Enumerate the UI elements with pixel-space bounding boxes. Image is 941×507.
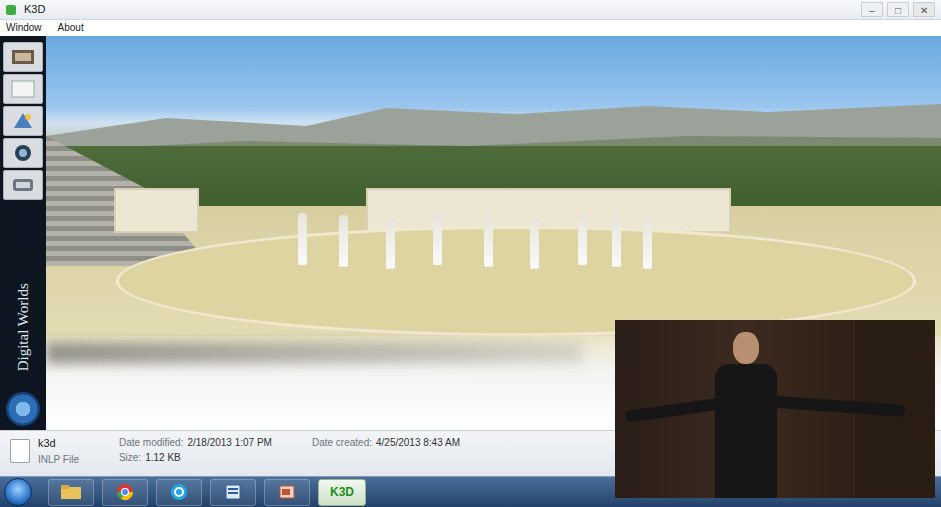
- logo-text: Digital Worlds: [12, 283, 35, 371]
- file-icon: [10, 439, 30, 463]
- dancer-figure: [433, 213, 442, 265]
- device-icon[interactable]: [3, 170, 43, 200]
- taskbar-apps: K3D: [318, 479, 366, 506]
- taskbar-app[interactable]: K3D: [318, 479, 366, 506]
- modified-value: 2/18/2013 1:07 PM: [187, 435, 272, 450]
- skype-icon[interactable]: [156, 479, 202, 506]
- dancer-figure: [484, 215, 493, 267]
- presentation-icon[interactable]: [264, 479, 310, 506]
- menu-bar: Window About: [0, 20, 941, 36]
- tool-sidebar: Digital Worlds: [0, 36, 46, 430]
- dancer-figure: [386, 217, 395, 269]
- dancer-figure: [339, 215, 348, 267]
- size-label: Size:: [119, 450, 141, 465]
- logo: Digital Worlds: [0, 262, 46, 430]
- dancer-figure: [530, 217, 539, 269]
- dancer-figure: [643, 217, 652, 269]
- dancer-figure: [298, 213, 307, 265]
- dancer-figure: [612, 215, 621, 267]
- file-name: k3d: [38, 435, 79, 452]
- maximize-button[interactable]: □: [887, 2, 909, 17]
- logo-icon: [6, 392, 40, 426]
- size-value: 1.12 KB: [145, 450, 181, 465]
- created-label: Date created:: [312, 435, 372, 450]
- folder-icon[interactable]: [48, 479, 94, 506]
- ruin-wall: [114, 188, 199, 233]
- window-controls: –□ ✕: [861, 2, 935, 17]
- title-bar: K3D –□ ✕: [0, 0, 941, 20]
- chrome-icon[interactable]: [102, 479, 148, 506]
- close-button[interactable]: ✕: [913, 2, 935, 17]
- modified-label: Date modified:: [119, 435, 183, 450]
- document-icon[interactable]: [210, 479, 256, 506]
- camera-icon[interactable]: [3, 138, 43, 168]
- landscape-icon[interactable]: [3, 106, 43, 136]
- dancer-figure: [578, 213, 587, 265]
- minimize-button[interactable]: –: [861, 2, 883, 17]
- file-type: INLP File: [38, 452, 79, 467]
- menu-item[interactable]: Window: [6, 20, 42, 36]
- window-title: K3D: [24, 3, 45, 16]
- created-value: 4/25/2013 8:43 AM: [376, 435, 460, 450]
- presenter-video: [615, 320, 935, 498]
- app-icon: [6, 5, 16, 15]
- tool-list: [0, 36, 46, 202]
- blank-icon[interactable]: [3, 74, 43, 104]
- scene-icon[interactable]: [3, 42, 43, 72]
- viewport-shadow: [46, 342, 583, 364]
- start-icon[interactable]: [4, 478, 32, 506]
- menu-item[interactable]: About: [58, 20, 84, 36]
